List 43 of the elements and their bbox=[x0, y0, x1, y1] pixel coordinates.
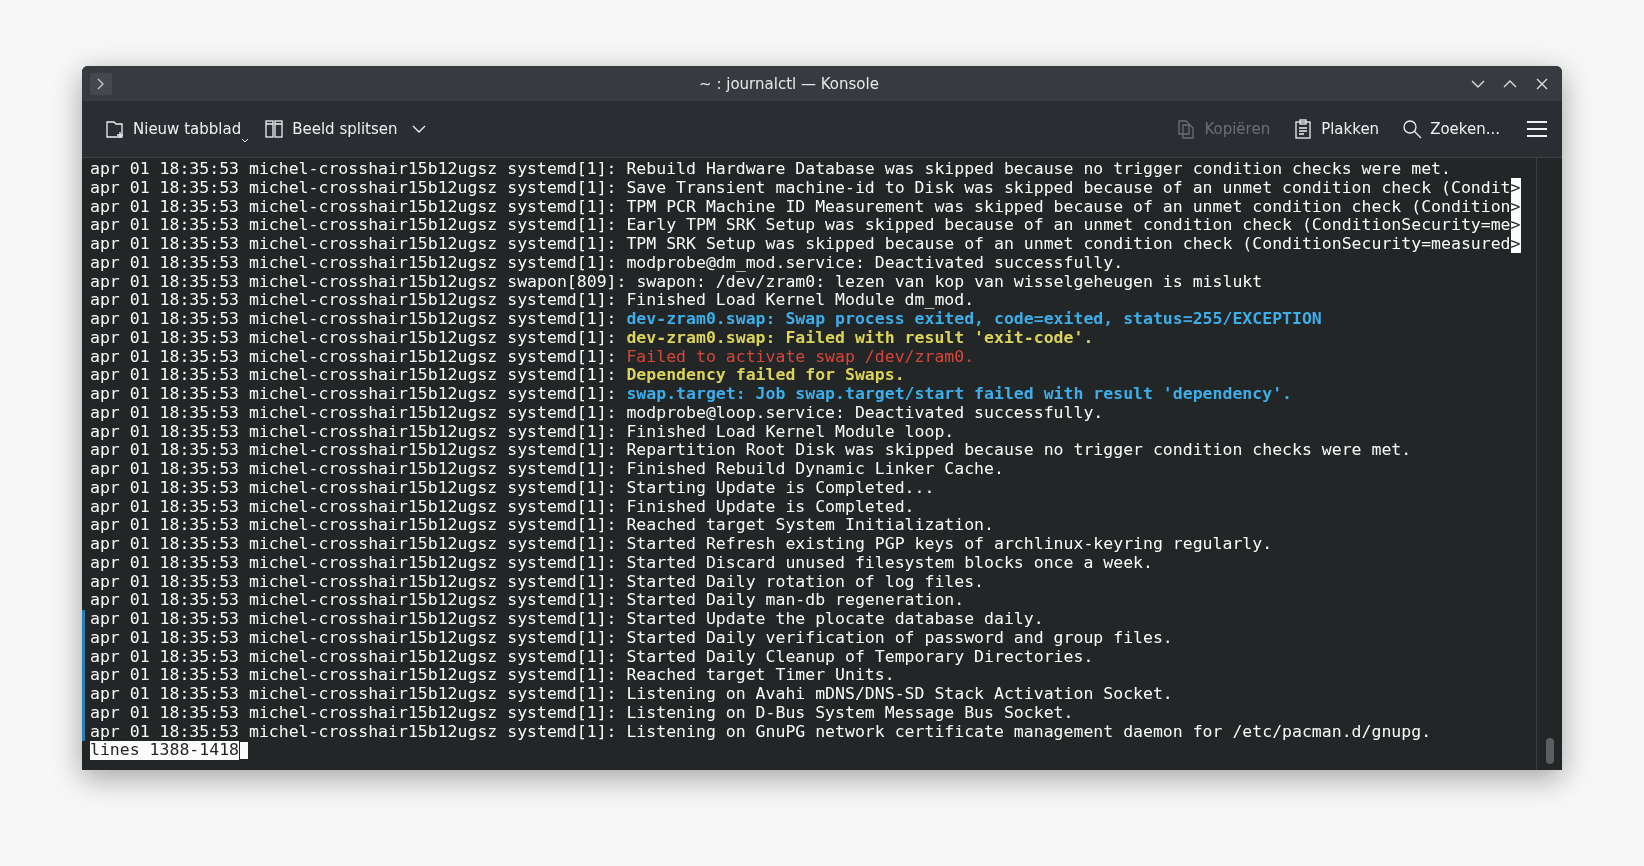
log-line: apr 01 18:35:53 michel-crosshair15b12ugsz systemd[1]: Finished Rebuild Dynamic Linker Cache. bbox=[89, 460, 1005, 479]
log-line: apr 01 18:35:53 michel-crosshair15b12ugsz systemd[1]: modprobe@dm_mod.service: Deactivated successfully. bbox=[89, 253, 1125, 273]
split-view-icon bbox=[263, 118, 286, 140]
close-icon bbox=[1535, 76, 1549, 91]
log-line: apr 01 18:35:53 michel-crosshair15b12ugsz systemd[1]: Started Refresh existing PGP keys of archlinux-keyring regularly. bbox=[89, 535, 1274, 554]
log-line: apr 01 18:35:53 michel-crosshair15b12ugsz systemd[1]: Repartition Root Disk was skipped because no trigger condition checks were met. bbox=[89, 441, 1413, 460]
chevron-down-icon bbox=[1470, 78, 1486, 89]
log-line: apr 01 18:35:53 michel-crosshair15b12ugsz systemd[1]: dev-zram0.swap: Swap process exited, code=exited, status=255/EXCEPTION bbox=[89, 310, 1323, 329]
text-cursor bbox=[240, 742, 248, 760]
log-line: apr 01 18:35:53 michel-crosshair15b12ugsz systemd[1]: dev-zram0.swap: Failed with result 'exit-code'. bbox=[89, 328, 1095, 348]
log-line: apr 01 18:35:53 michel-crosshair15b12ugsz systemd[1]: Reached target System Initialization. bbox=[89, 516, 995, 535]
chevron-right-icon bbox=[96, 77, 106, 90]
toolbar-button[interactable]: Nieuw tabblad bbox=[96, 112, 250, 146]
caret-icon bbox=[241, 138, 250, 144]
search-button[interactable]: Zoeken... bbox=[1393, 112, 1508, 146]
new-tab-icon bbox=[104, 118, 126, 140]
log-line: apr 01 18:35:53 michel-crosshair15b12ugsz systemd[1]: Started Daily rotation of log files. bbox=[89, 572, 986, 592]
log-line: apr 01 18:35:53 michel-crosshair15b12ugsz systemd[1]: Early TPM SRK Setup was skipped because of an unmet condition check (ConditionSecurity=me> bbox=[89, 216, 1522, 235]
log-line: apr 01 18:35:53 michel-crosshair15b12ugsz systemd[1]: TPM SRK Setup was skipped because of an unmet condition check (ConditionSecurity=measured> bbox=[89, 235, 1522, 254]
hamburger-menu-icon bbox=[1526, 120, 1548, 138]
log-line: apr 01 18:35:53 michel-crosshair15b12ugsz systemd[1]: Save Transient machine-id to Disk was skipped because of an unmet condition check (Condit> bbox=[89, 178, 1522, 198]
log-line: apr 01 18:35:53 michel-crosshair15b12ugsz systemd[1]: swap.target: Job swap.target/start failed with result 'dependency'. bbox=[89, 385, 1293, 404]
log-line: apr 01 18:35:53 michel-crosshair15b12ugsz systemd[1]: Failed to activate swap /dev/zram0. bbox=[89, 347, 976, 367]
log-line: apr 01 18:35:53 michel-crosshair15b12ugsz systemd[1]: Dependency failed for Swaps. bbox=[89, 366, 906, 385]
log-line: apr 01 18:35:53 michel-crosshair15b12ugsz systemd[1]: Finished Update is Completed. bbox=[89, 497, 916, 517]
search-icon bbox=[1401, 118, 1424, 140]
log-line: apr 01 18:35:53 michel-crosshair15b12ugsz systemd[1]: modprobe@loop.service: Deactivated successfully. bbox=[89, 403, 1105, 423]
chevron-down-icon bbox=[412, 124, 427, 134]
toolbar-button[interactable]: Plakken bbox=[1284, 112, 1388, 146]
log-line: apr 01 18:35:53 michel-crosshair15b12ugsz systemd[1]: TPM PCR Machine ID Measurement was skipped because of an unmet condition check (Condition> bbox=[89, 197, 1522, 217]
log-line: apr 01 18:35:53 michel-crosshair15b12ugsz systemd[1]: Started Discard unused filesystem blocks once a week. bbox=[89, 553, 1154, 573]
toolbar-button[interactable]: Beeld splitsen bbox=[255, 112, 435, 146]
log-line: apr 01 18:35:53 michel-crosshair15b12ugsz swapon[809]: swapon: /dev/zram0: lezen van kop van wisselgeheugen is mislukt bbox=[89, 272, 1264, 292]
log-line: apr 01 18:35:53 michel-crosshair15b12ugsz systemd[1]: Started Daily man-db regeneration. bbox=[89, 591, 966, 610]
app-menu-button[interactable] bbox=[90, 72, 112, 95]
chevron-up-icon bbox=[1502, 78, 1518, 89]
pager-status: lines 1388-1418 bbox=[90, 741, 239, 760]
log-line: apr 01 18:35:53 michel-crosshair15b12ugsz systemd[1]: Finished Load Kernel Module dm_mod. bbox=[89, 291, 976, 310]
log-line: apr 01 18:35:53 michel-crosshair15b12ugsz systemd[1]: Finished Load Kernel Module loop. bbox=[89, 422, 956, 442]
scrollbar[interactable] bbox=[1536, 158, 1562, 770]
log-line: apr 01 18:35:53 michel-crosshair15b12ugsz systemd[1]: Rebuild Hardware Database was skipped because no trigger condition checks were met. bbox=[89, 160, 1452, 179]
log-line: apr 01 18:35:53 michel-crosshair15b12ugsz systemd[1]: Starting Update is Completed... bbox=[89, 478, 936, 498]
window-title: ~ : journalctl — Konsole bbox=[698, 74, 880, 93]
